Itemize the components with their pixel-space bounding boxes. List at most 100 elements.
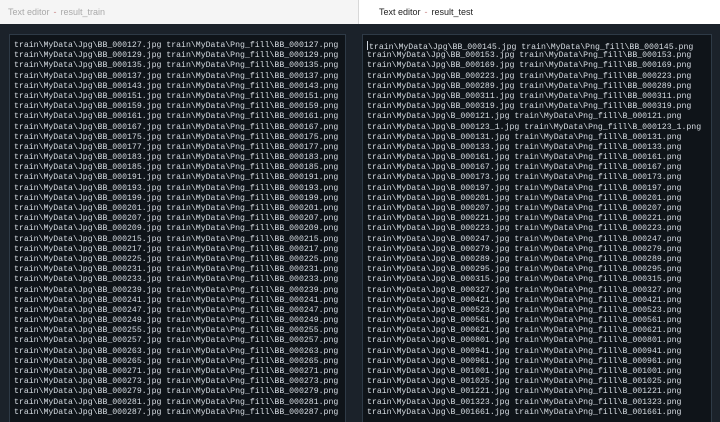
text-line: train\MyData\Jpg\BB_000145.jpg train\MyD… [367, 41, 711, 52]
text-line: train\MyData\Jpg\B_000167.jpg train\MyDa… [367, 163, 711, 173]
line-text: train\MyData\Jpg\BB_000135.jpg train\MyD… [14, 61, 339, 71]
line-text: train\MyData\Jpg\BB_000287.jpg train\MyD… [14, 407, 339, 417]
text-line: train\MyData\Jpg\BB_000199.jpg train\MyD… [14, 194, 345, 204]
text-line: train\MyData\Jpg\B_000133.jpg train\MyDa… [367, 143, 711, 153]
text-line: train\MyData\Jpg\B_000621.jpg train\MyDa… [367, 326, 711, 336]
text-line: train\MyData\Jpg\BB_000153.jpg train\MyD… [367, 51, 711, 61]
text-line: train\MyData\Jpg\BB_000215.jpg train\MyD… [14, 235, 345, 245]
text-line: train\MyData\Jpg\B_001221.jpg train\MyDa… [367, 387, 711, 397]
text-line: train\MyData\Jpg\B_001001.jpg train\MyDa… [367, 367, 711, 377]
tab-result-train[interactable]: Text editor - result_train [0, 0, 358, 24]
tab-file-name: result_test [431, 7, 474, 17]
tab-result-test[interactable]: Text editor - result_test [358, 0, 720, 24]
text-editor-result-train[interactable]: train\MyData\Jpg\BB_000127.jpg train\MyD… [9, 34, 346, 422]
text-line: train\MyData\Jpg\B_000131.jpg train\MyDa… [367, 133, 711, 143]
line-text: train\MyData\Jpg\BB_000241.jpg train\MyD… [14, 295, 339, 305]
text-line: train\MyData\Jpg\BB_000207.jpg train\MyD… [14, 214, 345, 224]
tab-app-name: Text editor [379, 7, 421, 17]
line-text: train\MyData\Jpg\B_000247.jpg train\MyDa… [367, 234, 682, 244]
text-line: train\MyData\Jpg\BB_000201.jpg train\MyD… [14, 204, 345, 214]
line-text: train\MyData\Jpg\BB_000217.jpg train\MyD… [14, 244, 339, 254]
text-line: train\MyData\Jpg\BB_000137.jpg train\MyD… [14, 72, 345, 82]
text-line: train\MyData\Jpg\B_000279.jpg train\MyDa… [367, 245, 711, 255]
line-text: train\MyData\Jpg\BB_000177.jpg train\MyD… [14, 142, 339, 152]
line-text: train\MyData\Jpg\B_000523.jpg train\MyDa… [367, 305, 682, 315]
line-text: train\MyData\Jpg\BB_000281.jpg train\MyD… [14, 397, 339, 407]
text-line: train\MyData\Jpg\BB_000159.jpg train\MyD… [14, 102, 345, 112]
line-text: train\MyData\Jpg\BB_000129.jpg train\MyD… [14, 51, 339, 61]
text-line: train\MyData\Jpg\BB_000151.jpg train\MyD… [14, 92, 345, 102]
text-line: train\MyData\Jpg\BB_000279.jpg train\MyD… [14, 387, 345, 397]
line-text: train\MyData\Jpg\BB_000143.jpg train\MyD… [14, 81, 339, 91]
line-text: train\MyData\Jpg\BB_000279.jpg train\MyD… [14, 387, 339, 397]
text-line: train\MyData\Jpg\BB_000239.jpg train\MyD… [14, 286, 345, 296]
text-line: train\MyData\Jpg\BB_000209.jpg train\MyD… [14, 224, 345, 234]
text-line: train\MyData\Jpg\B_000123_1.jpg train\My… [367, 123, 711, 133]
text-line: train\MyData\Jpg\BB_000175.jpg train\MyD… [14, 133, 345, 143]
text-line: train\MyData\Jpg\BB_000311.jpg train\MyD… [367, 92, 711, 102]
line-text: train\MyData\Jpg\BB_000183.jpg train\MyD… [14, 153, 339, 163]
text-line: train\MyData\Jpg\BB_000273.jpg train\MyD… [14, 377, 345, 387]
text-lines: train\MyData\Jpg\BB_000145.jpg train\MyD… [363, 35, 711, 418]
text-line: train\MyData\Jpg\BB_000289.jpg train\MyD… [367, 82, 711, 92]
line-text: train\MyData\Jpg\BB_000207.jpg train\MyD… [14, 214, 339, 224]
tab-file-name: result_train [60, 7, 106, 17]
line-text: train\MyData\Jpg\B_001323.jpg train\MyDa… [367, 397, 682, 407]
line-text: train\MyData\Jpg\BB_000153.jpg train\MyD… [367, 51, 692, 61]
text-line: train\MyData\Jpg\BB_000191.jpg train\MyD… [14, 173, 345, 183]
line-text: train\MyData\Jpg\B_000279.jpg train\MyDa… [367, 244, 682, 254]
text-line: train\MyData\Jpg\BB_000281.jpg train\MyD… [14, 398, 345, 408]
text-line: train\MyData\Jpg\B_000207.jpg train\MyDa… [367, 204, 711, 214]
text-line: train\MyData\Jpg\B_000223.jpg train\MyDa… [367, 224, 711, 234]
line-text: train\MyData\Jpg\BB_000247.jpg train\MyD… [14, 305, 339, 315]
line-text: train\MyData\Jpg\B_000197.jpg train\MyDa… [367, 183, 682, 193]
text-line: train\MyData\Jpg\BB_000193.jpg train\MyD… [14, 184, 345, 194]
text-line: train\MyData\Jpg\B_001661.jpg train\MyDa… [367, 408, 711, 418]
line-text: train\MyData\Jpg\BB_000255.jpg train\MyD… [14, 326, 339, 336]
text-line: train\MyData\Jpg\BB_000167.jpg train\MyD… [14, 123, 345, 133]
app-window: Text editor - result_train Text editor -… [0, 0, 720, 422]
text-line: train\MyData\Jpg\B_000221.jpg train\MyDa… [367, 214, 711, 224]
tab-separator: - [53, 7, 57, 17]
line-text: train\MyData\Jpg\B_000223.jpg train\MyDa… [367, 224, 682, 234]
line-text: train\MyData\Jpg\B_000173.jpg train\MyDa… [367, 173, 682, 183]
text-line: train\MyData\Jpg\B_000801.jpg train\MyDa… [367, 336, 711, 346]
text-line: train\MyData\Jpg\BB_000265.jpg train\MyD… [14, 357, 345, 367]
text-line: train\MyData\Jpg\B_000421.jpg train\MyDa… [367, 296, 711, 306]
line-text: train\MyData\Jpg\B_000221.jpg train\MyDa… [367, 214, 682, 224]
text-line: train\MyData\Jpg\BB_000183.jpg train\MyD… [14, 153, 345, 163]
text-editor-result-test[interactable]: train\MyData\Jpg\BB_000145.jpg train\MyD… [362, 34, 712, 422]
text-line: train\MyData\Jpg\B_000201.jpg train\MyDa… [367, 194, 711, 204]
line-text: train\MyData\Jpg\BB_000127.jpg train\MyD… [14, 41, 339, 50]
text-line: train\MyData\Jpg\B_000197.jpg train\MyDa… [367, 184, 711, 194]
text-line: train\MyData\Jpg\BB_000241.jpg train\MyD… [14, 296, 345, 306]
text-line: train\MyData\Jpg\BB_000287.jpg train\MyD… [14, 408, 345, 418]
tab-bar: Text editor - result_train Text editor -… [0, 0, 720, 24]
text-line: train\MyData\Jpg\BB_000217.jpg train\MyD… [14, 245, 345, 255]
text-line: train\MyData\Jpg\B_000173.jpg train\MyDa… [367, 173, 711, 183]
line-text: train\MyData\Jpg\BB_000319.jpg train\MyD… [367, 102, 692, 112]
text-line: train\MyData\Jpg\B_000523.jpg train\MyDa… [367, 306, 711, 316]
line-text: train\MyData\Jpg\BB_000167.jpg train\MyD… [14, 122, 339, 132]
line-text: train\MyData\Jpg\BB_000271.jpg train\MyD… [14, 367, 339, 376]
line-text: train\MyData\Jpg\BB_000223.jpg train\MyD… [367, 71, 692, 81]
line-text: train\MyData\Jpg\BB_000215.jpg train\MyD… [14, 234, 339, 244]
text-line: train\MyData\Jpg\BB_000247.jpg train\MyD… [14, 306, 345, 316]
line-text: train\MyData\Jpg\BB_000263.jpg train\MyD… [14, 346, 339, 356]
text-cursor [367, 41, 368, 50]
line-text: train\MyData\Jpg\BB_000225.jpg train\MyD… [14, 254, 339, 264]
text-line: train\MyData\Jpg\B_000161.jpg train\MyDa… [367, 153, 711, 163]
pane-result-train: train\MyData\Jpg\BB_000127.jpg train\MyD… [0, 24, 352, 422]
text-lines: train\MyData\Jpg\BB_000127.jpg train\MyD… [10, 35, 345, 418]
line-text: train\MyData\Jpg\BB_000193.jpg train\MyD… [14, 183, 339, 193]
line-text: train\MyData\Jpg\B_001001.jpg train\MyDa… [367, 367, 682, 376]
line-text: train\MyData\Jpg\B_000801.jpg train\MyDa… [367, 336, 682, 346]
line-text: train\MyData\Jpg\BB_000311.jpg train\MyD… [367, 91, 692, 101]
line-text: train\MyData\Jpg\B_000121.jpg train\MyDa… [367, 112, 682, 122]
text-line: train\MyData\Jpg\B_000289.jpg train\MyDa… [367, 255, 711, 265]
text-line: train\MyData\Jpg\BB_000185.jpg train\MyD… [14, 163, 345, 173]
line-text: train\MyData\Jpg\B_000131.jpg train\MyDa… [367, 132, 682, 142]
line-text: train\MyData\Jpg\B_000315.jpg train\MyDa… [367, 275, 682, 285]
text-line: train\MyData\Jpg\B_000247.jpg train\MyDa… [367, 235, 711, 245]
line-text: train\MyData\Jpg\BB_000151.jpg train\MyD… [14, 91, 339, 101]
